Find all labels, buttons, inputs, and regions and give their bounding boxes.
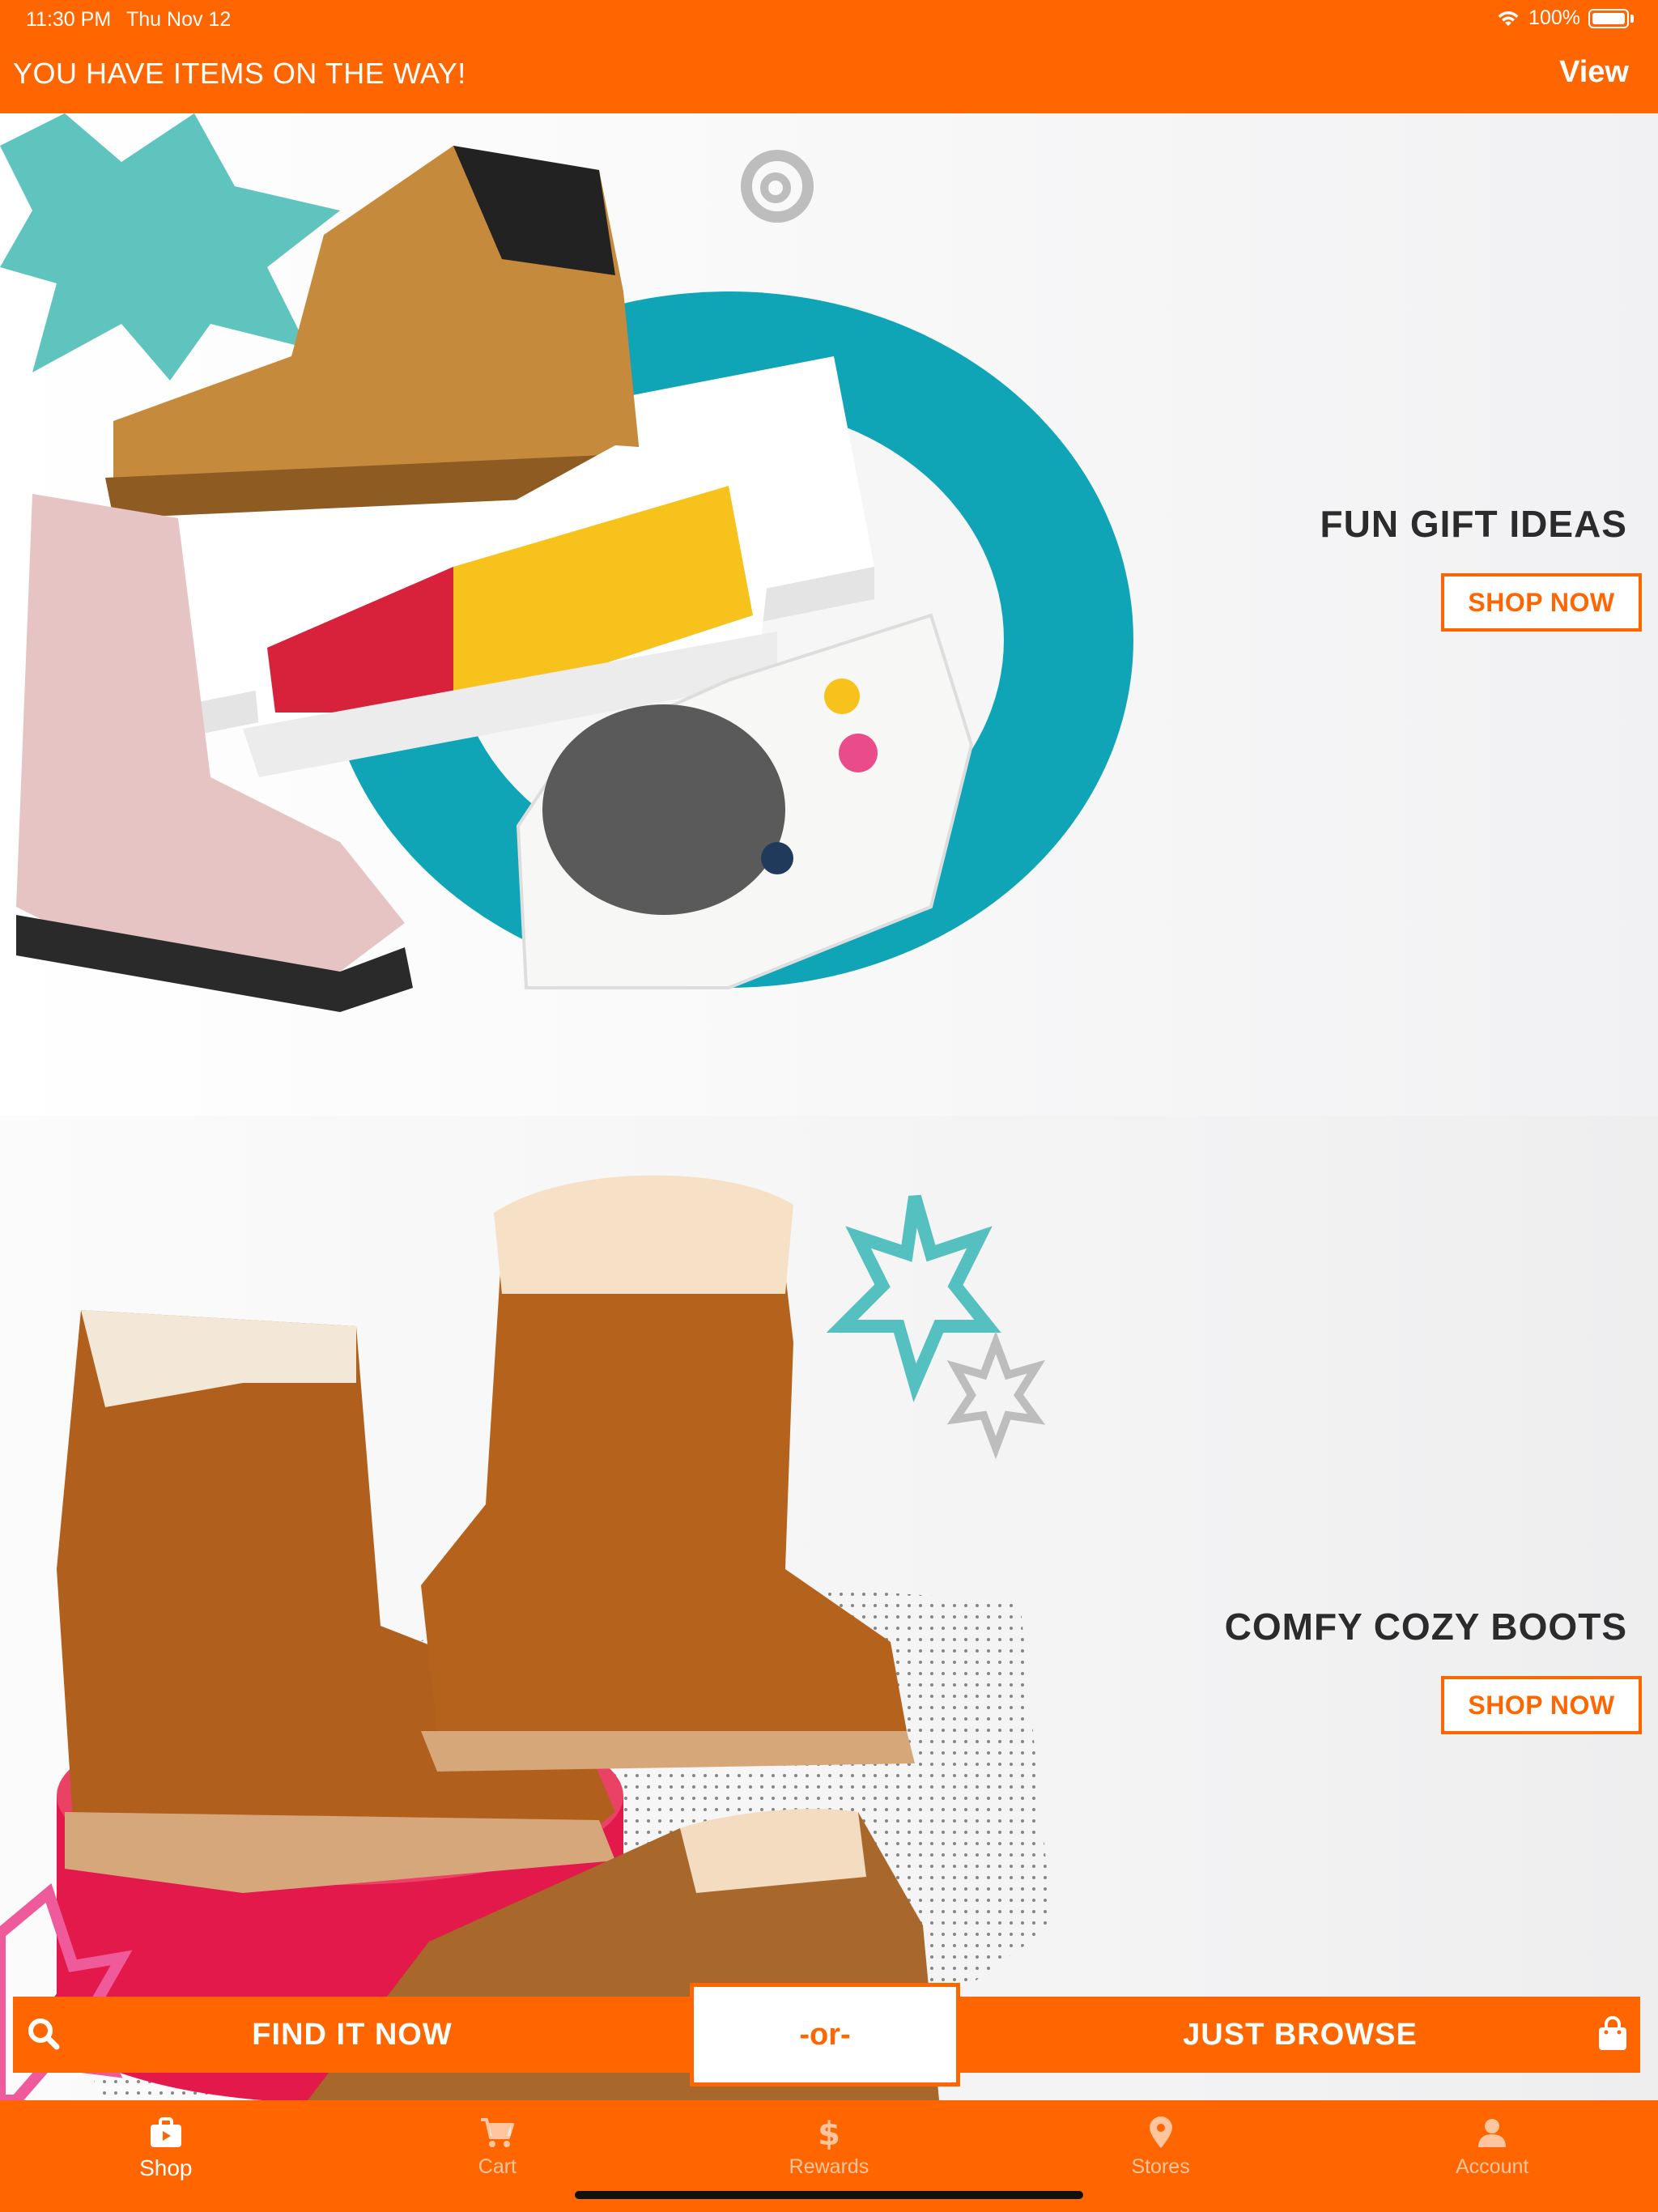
find-it-now-button[interactable]: FIND IT NOW	[13, 1997, 691, 2073]
shop-now-button-gift-ideas[interactable]: SHOP NOW	[1441, 573, 1642, 632]
gift-ideas-shoes-image	[0, 113, 1133, 1012]
teal-star-outline-shape	[826, 1194, 1001, 1402]
cart-icon	[481, 2118, 515, 2147]
search-icon	[28, 2018, 60, 2050]
cozy-boots-image	[0, 1175, 1052, 2100]
action-bar: FIND IT NOW -or- JUST BROWSE	[13, 1983, 1640, 2087]
notice-view-link[interactable]: View	[1559, 55, 1629, 90]
battery-tip	[1630, 14, 1634, 23]
tab-stores-label: Stores	[1131, 2155, 1190, 2178]
tab-cart-label: Cart	[478, 2155, 517, 2178]
swirl-shape	[741, 150, 814, 223]
status-bar: 11:30 PM Thu Nov 12 100%	[0, 0, 1658, 39]
battery-icon	[1588, 8, 1629, 28]
tab-shop-label: Shop	[139, 2155, 193, 2180]
person-icon	[1478, 2119, 1507, 2147]
promo-title-cozy-boots: COMFY COZY BOOTS	[1224, 1606, 1627, 1648]
promo-banner-gift-ideas[interactable]: FUN GIFT IDEAS SHOP NOW	[0, 113, 1658, 1116]
shopping-bag-icon	[1599, 2016, 1626, 2050]
svg-text:$: $	[818, 2116, 840, 2150]
location-pin-icon	[1149, 2116, 1172, 2148]
shop-bag-icon	[150, 2117, 181, 2147]
find-it-now-label: FIND IT NOW	[252, 2017, 453, 2052]
promo-title-gift-ideas: FUN GIFT IDEAS	[1320, 503, 1627, 545]
home-indicator	[575, 2191, 1083, 2199]
wifi-icon	[1498, 11, 1519, 26]
shop-now-button-cozy-boots[interactable]: SHOP NOW	[1441, 1676, 1642, 1734]
status-right: 100%	[1496, 6, 1634, 30]
promo-banner-cozy-boots[interactable]: COMFY COZY BOOTS SHOP NOW	[0, 1116, 1658, 2100]
just-browse-label: JUST BROWSE	[1183, 2017, 1418, 2052]
top-bar: 11:30 PM Thu Nov 12 100% YOU HAVE ITEMS …	[0, 0, 1658, 113]
battery-percent: 100%	[1528, 6, 1580, 29]
or-separator: -or-	[690, 1983, 960, 2087]
tab-rewards-label: Rewards	[789, 2155, 869, 2178]
notice-message: YOU HAVE ITEMS ON THE WAY!	[13, 57, 466, 90]
status-date: Thu Nov 12	[126, 8, 232, 31]
just-browse-button[interactable]: JUST BROWSE	[960, 1997, 1640, 2073]
teal-starburst-shape	[0, 113, 340, 381]
tab-account[interactable]: Account	[1326, 2100, 1658, 2212]
tab-account-label: Account	[1456, 2155, 1529, 2178]
dollar-icon: $	[818, 2116, 840, 2150]
tab-shop[interactable]: Shop	[0, 2100, 332, 2212]
gray-star-shape	[946, 1330, 1046, 1460]
status-time: 11:30 PM	[26, 8, 112, 31]
